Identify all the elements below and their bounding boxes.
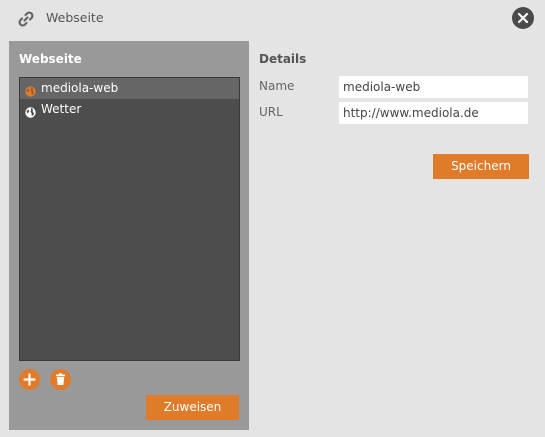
close-icon[interactable] [512, 7, 534, 29]
plus-icon [23, 373, 36, 386]
list-item-label: Wetter [41, 102, 82, 116]
list-item-mediola-web[interactable]: mediola-web [20, 78, 239, 99]
globe-icon [25, 104, 36, 118]
trash-icon [56, 373, 65, 385]
url-field[interactable] [339, 102, 528, 124]
url-label: URL [259, 105, 283, 119]
list-item-wetter[interactable]: Wetter [20, 99, 239, 120]
website-panel-title: Webseite [19, 52, 82, 66]
globe-icon [25, 83, 36, 97]
dialog-title: Webseite [46, 10, 104, 25]
dialog-header: Webseite [0, 0, 545, 36]
assign-button[interactable]: Zuweisen [146, 395, 239, 420]
delete-button[interactable] [50, 369, 71, 390]
name-field[interactable] [339, 76, 528, 98]
website-panel: Webseite mediola-web Wetter Zuweisen [9, 41, 249, 430]
details-title: Details [259, 52, 307, 66]
add-button[interactable] [19, 369, 40, 390]
list-item-label: mediola-web [41, 81, 119, 95]
name-label: Name [259, 79, 295, 93]
link-icon [16, 9, 36, 29]
website-list[interactable]: mediola-web Wetter [19, 77, 240, 361]
save-button[interactable]: Speichern [433, 154, 529, 179]
